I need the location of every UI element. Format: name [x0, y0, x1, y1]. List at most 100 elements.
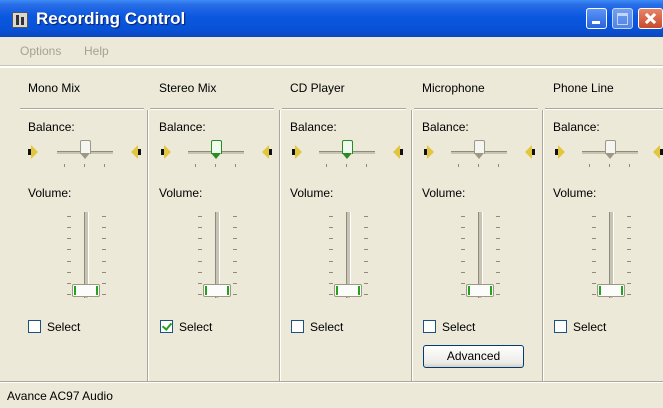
volume-tick [627, 249, 631, 250]
volume-tick [198, 283, 202, 284]
volume-tick [592, 249, 596, 250]
volume-tick [496, 261, 500, 262]
advanced-button[interactable]: Advanced [423, 345, 524, 368]
balance-slider-thumb[interactable] [211, 140, 222, 160]
column-header-line [150, 108, 274, 109]
volume-tick [198, 227, 202, 228]
volume-slider-thumb[interactable] [466, 284, 494, 297]
volume-tick [67, 294, 71, 295]
volume-tick [364, 283, 368, 284]
volume-tick [496, 272, 500, 273]
select-checkbox-phone-line[interactable] [554, 320, 567, 333]
speaker-right-icon [389, 145, 403, 159]
volume-tick [496, 283, 500, 284]
volume-tick [102, 238, 106, 239]
balance-slider-thumb[interactable] [80, 140, 91, 160]
volume-label: Volume: [28, 186, 72, 200]
balance-slider-thumb[interactable] [342, 140, 353, 160]
speaker-right-icon [649, 145, 663, 159]
balance-label: Balance: [290, 120, 337, 134]
volume-tick [329, 227, 333, 228]
volume-tick [461, 283, 465, 284]
volume-slider-thumb[interactable] [597, 284, 625, 297]
select-label[interactable]: Select [179, 320, 212, 334]
volume-tick [67, 261, 71, 262]
volume-tick [627, 238, 631, 239]
volume-tick [198, 261, 202, 262]
volume-tick [627, 216, 631, 217]
volume-tick [329, 238, 333, 239]
menu-options[interactable]: Options [20, 44, 61, 58]
volume-tick [592, 294, 596, 295]
volume-tick [102, 283, 106, 284]
volume-tick [233, 249, 237, 250]
volume-tick [102, 261, 106, 262]
volume-tick [364, 227, 368, 228]
column-title-stereo-mix: Stereo Mix [159, 81, 217, 95]
column-divider [147, 110, 148, 381]
volume-tick [461, 261, 465, 262]
balance-tick [589, 164, 590, 167]
minimize-button[interactable] [586, 8, 607, 29]
balance-tick [498, 164, 499, 167]
volume-tick [592, 216, 596, 217]
volume-tick [67, 283, 71, 284]
column-title-microphone: Microphone [422, 81, 485, 95]
volume-slider-thumb[interactable] [72, 284, 100, 297]
volume-tick [364, 238, 368, 239]
select-label[interactable]: Select [573, 320, 606, 334]
volume-tick [461, 238, 465, 239]
balance-slider-thumb[interactable] [474, 140, 485, 160]
volume-tick [233, 261, 237, 262]
volume-tick [102, 272, 106, 273]
volume-tick [364, 272, 368, 273]
volume-tick [592, 227, 596, 228]
volume-tick [329, 272, 333, 273]
select-checkbox-mono-mix[interactable] [28, 320, 41, 333]
select-label[interactable]: Select [310, 320, 343, 334]
volume-tick [461, 227, 465, 228]
balance-slider-thumb[interactable] [605, 140, 616, 160]
volume-tick [461, 294, 465, 295]
title-bar[interactable]: Recording Control [0, 0, 663, 37]
balance-tick [195, 164, 196, 167]
column-title-cd-player: CD Player [290, 81, 345, 95]
select-label[interactable]: Select [47, 320, 80, 334]
volume-tick [233, 283, 237, 284]
volume-tick [233, 216, 237, 217]
balance-tick [104, 164, 105, 167]
column-header-line [545, 108, 663, 109]
menu-help[interactable]: Help [84, 44, 109, 58]
balance-label: Balance: [553, 120, 600, 134]
balance-tick [346, 164, 347, 167]
volume-tick [364, 261, 368, 262]
app-mixer-icon[interactable] [12, 12, 28, 28]
select-checkbox-stereo-mix[interactable] [160, 320, 173, 333]
volume-tick [67, 227, 71, 228]
volume-slider-thumb[interactable] [334, 284, 362, 297]
speaker-right-icon [127, 145, 141, 159]
select-checkbox-cd-player[interactable] [291, 320, 304, 333]
window-title: Recording Control [36, 9, 186, 28]
column-divider [542, 110, 543, 381]
volume-tick [67, 272, 71, 273]
speaker-left-icon [424, 145, 438, 159]
balance-label: Balance: [28, 120, 75, 134]
volume-slider-thumb[interactable] [203, 284, 231, 297]
column-divider [411, 110, 412, 381]
speaker-left-icon [28, 145, 42, 159]
volume-tick [364, 249, 368, 250]
volume-tick [198, 249, 202, 250]
volume-tick [67, 249, 71, 250]
volume-tick [102, 216, 106, 217]
volume-tick [102, 227, 106, 228]
select-label[interactable]: Select [442, 320, 475, 334]
volume-tick [329, 283, 333, 284]
balance-tick [366, 164, 367, 167]
maximize-button [612, 8, 633, 29]
balance-tick [64, 164, 65, 167]
speaker-left-icon [161, 145, 175, 159]
volume-tick [496, 216, 500, 217]
select-checkbox-microphone[interactable] [423, 320, 436, 333]
close-button[interactable] [638, 8, 663, 29]
